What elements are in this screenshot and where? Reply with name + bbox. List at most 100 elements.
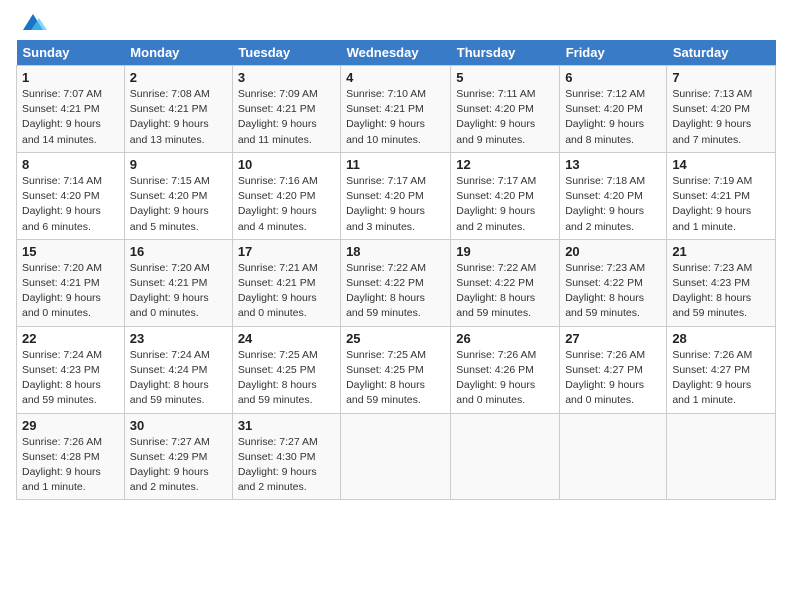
week-row-2: 8 Sunrise: 7:14 AM Sunset: 4:20 PM Dayli… (17, 152, 776, 239)
day-number: 18 (346, 244, 445, 259)
logo-line1 (16, 10, 47, 38)
calendar-cell: 4 Sunrise: 7:10 AM Sunset: 4:21 PM Dayli… (341, 66, 451, 153)
day-info: Sunrise: 7:10 AM Sunset: 4:21 PM Dayligh… (346, 87, 445, 148)
calendar-cell: 6 Sunrise: 7:12 AM Sunset: 4:20 PM Dayli… (560, 66, 667, 153)
day-info: Sunrise: 7:17 AM Sunset: 4:20 PM Dayligh… (456, 174, 554, 235)
day-number: 13 (565, 157, 661, 172)
day-info: Sunrise: 7:26 AM Sunset: 4:27 PM Dayligh… (672, 348, 770, 409)
calendar-cell: 28 Sunrise: 7:26 AM Sunset: 4:27 PM Dayl… (667, 326, 776, 413)
calendar-header-row: SundayMondayTuesdayWednesdayThursdayFrid… (17, 40, 776, 66)
day-number: 9 (130, 157, 227, 172)
day-number: 15 (22, 244, 119, 259)
day-number: 5 (456, 70, 554, 85)
calendar-cell: 12 Sunrise: 7:17 AM Sunset: 4:20 PM Dayl… (451, 152, 560, 239)
calendar-cell (667, 413, 776, 500)
day-info: Sunrise: 7:25 AM Sunset: 4:25 PM Dayligh… (238, 348, 335, 409)
calendar-cell (341, 413, 451, 500)
day-info: Sunrise: 7:25 AM Sunset: 4:25 PM Dayligh… (346, 348, 445, 409)
calendar-cell: 21 Sunrise: 7:23 AM Sunset: 4:23 PM Dayl… (667, 239, 776, 326)
day-number: 10 (238, 157, 335, 172)
page-container: SundayMondayTuesdayWednesdayThursdayFrid… (0, 0, 792, 510)
calendar-cell: 18 Sunrise: 7:22 AM Sunset: 4:22 PM Dayl… (341, 239, 451, 326)
day-info: Sunrise: 7:09 AM Sunset: 4:21 PM Dayligh… (238, 87, 335, 148)
header-thursday: Thursday (451, 40, 560, 66)
calendar-cell: 14 Sunrise: 7:19 AM Sunset: 4:21 PM Dayl… (667, 152, 776, 239)
week-row-3: 15 Sunrise: 7:20 AM Sunset: 4:21 PM Dayl… (17, 239, 776, 326)
day-number: 20 (565, 244, 661, 259)
logo-icon (19, 10, 47, 38)
day-info: Sunrise: 7:18 AM Sunset: 4:20 PM Dayligh… (565, 174, 661, 235)
day-number: 30 (130, 418, 227, 433)
day-number: 19 (456, 244, 554, 259)
week-row-5: 29 Sunrise: 7:26 AM Sunset: 4:28 PM Dayl… (17, 413, 776, 500)
calendar-cell: 10 Sunrise: 7:16 AM Sunset: 4:20 PM Dayl… (232, 152, 340, 239)
day-number: 28 (672, 331, 770, 346)
calendar-cell: 29 Sunrise: 7:26 AM Sunset: 4:28 PM Dayl… (17, 413, 125, 500)
day-number: 1 (22, 70, 119, 85)
day-info: Sunrise: 7:15 AM Sunset: 4:20 PM Dayligh… (130, 174, 227, 235)
day-info: Sunrise: 7:19 AM Sunset: 4:21 PM Dayligh… (672, 174, 770, 235)
day-info: Sunrise: 7:14 AM Sunset: 4:20 PM Dayligh… (22, 174, 119, 235)
day-info: Sunrise: 7:07 AM Sunset: 4:21 PM Dayligh… (22, 87, 119, 148)
calendar-cell: 3 Sunrise: 7:09 AM Sunset: 4:21 PM Dayli… (232, 66, 340, 153)
day-number: 6 (565, 70, 661, 85)
day-info: Sunrise: 7:27 AM Sunset: 4:30 PM Dayligh… (238, 435, 335, 496)
day-info: Sunrise: 7:24 AM Sunset: 4:24 PM Dayligh… (130, 348, 227, 409)
week-row-1: 1 Sunrise: 7:07 AM Sunset: 4:21 PM Dayli… (17, 66, 776, 153)
day-number: 7 (672, 70, 770, 85)
day-number: 25 (346, 331, 445, 346)
day-info: Sunrise: 7:22 AM Sunset: 4:22 PM Dayligh… (456, 261, 554, 322)
day-number: 12 (456, 157, 554, 172)
header (16, 10, 776, 34)
calendar-cell: 9 Sunrise: 7:15 AM Sunset: 4:20 PM Dayli… (124, 152, 232, 239)
calendar-cell: 31 Sunrise: 7:27 AM Sunset: 4:30 PM Dayl… (232, 413, 340, 500)
day-number: 27 (565, 331, 661, 346)
calendar-cell: 20 Sunrise: 7:23 AM Sunset: 4:22 PM Dayl… (560, 239, 667, 326)
calendar-cell: 23 Sunrise: 7:24 AM Sunset: 4:24 PM Dayl… (124, 326, 232, 413)
day-number: 4 (346, 70, 445, 85)
day-info: Sunrise: 7:26 AM Sunset: 4:28 PM Dayligh… (22, 435, 119, 496)
day-info: Sunrise: 7:26 AM Sunset: 4:27 PM Dayligh… (565, 348, 661, 409)
day-info: Sunrise: 7:20 AM Sunset: 4:21 PM Dayligh… (22, 261, 119, 322)
header-tuesday: Tuesday (232, 40, 340, 66)
day-number: 24 (238, 331, 335, 346)
week-row-4: 22 Sunrise: 7:24 AM Sunset: 4:23 PM Dayl… (17, 326, 776, 413)
calendar-cell: 2 Sunrise: 7:08 AM Sunset: 4:21 PM Dayli… (124, 66, 232, 153)
calendar-cell: 24 Sunrise: 7:25 AM Sunset: 4:25 PM Dayl… (232, 326, 340, 413)
day-number: 22 (22, 331, 119, 346)
day-number: 21 (672, 244, 770, 259)
day-info: Sunrise: 7:12 AM Sunset: 4:20 PM Dayligh… (565, 87, 661, 148)
day-info: Sunrise: 7:20 AM Sunset: 4:21 PM Dayligh… (130, 261, 227, 322)
calendar-cell: 30 Sunrise: 7:27 AM Sunset: 4:29 PM Dayl… (124, 413, 232, 500)
calendar-cell: 13 Sunrise: 7:18 AM Sunset: 4:20 PM Dayl… (560, 152, 667, 239)
day-number: 3 (238, 70, 335, 85)
header-friday: Friday (560, 40, 667, 66)
calendar-table: SundayMondayTuesdayWednesdayThursdayFrid… (16, 40, 776, 500)
day-number: 2 (130, 70, 227, 85)
day-number: 11 (346, 157, 445, 172)
day-info: Sunrise: 7:11 AM Sunset: 4:20 PM Dayligh… (456, 87, 554, 148)
calendar-cell: 8 Sunrise: 7:14 AM Sunset: 4:20 PM Dayli… (17, 152, 125, 239)
calendar-cell: 25 Sunrise: 7:25 AM Sunset: 4:25 PM Dayl… (341, 326, 451, 413)
day-info: Sunrise: 7:22 AM Sunset: 4:22 PM Dayligh… (346, 261, 445, 322)
day-number: 29 (22, 418, 119, 433)
calendar-cell: 5 Sunrise: 7:11 AM Sunset: 4:20 PM Dayli… (451, 66, 560, 153)
day-info: Sunrise: 7:24 AM Sunset: 4:23 PM Dayligh… (22, 348, 119, 409)
day-info: Sunrise: 7:16 AM Sunset: 4:20 PM Dayligh… (238, 174, 335, 235)
day-number: 26 (456, 331, 554, 346)
calendar-cell: 17 Sunrise: 7:21 AM Sunset: 4:21 PM Dayl… (232, 239, 340, 326)
day-info: Sunrise: 7:21 AM Sunset: 4:21 PM Dayligh… (238, 261, 335, 322)
day-number: 31 (238, 418, 335, 433)
calendar-cell: 1 Sunrise: 7:07 AM Sunset: 4:21 PM Dayli… (17, 66, 125, 153)
day-number: 8 (22, 157, 119, 172)
day-info: Sunrise: 7:26 AM Sunset: 4:26 PM Dayligh… (456, 348, 554, 409)
day-number: 14 (672, 157, 770, 172)
day-info: Sunrise: 7:23 AM Sunset: 4:23 PM Dayligh… (672, 261, 770, 322)
day-info: Sunrise: 7:23 AM Sunset: 4:22 PM Dayligh… (565, 261, 661, 322)
calendar-cell (451, 413, 560, 500)
calendar-cell (560, 413, 667, 500)
day-number: 17 (238, 244, 335, 259)
calendar-cell: 7 Sunrise: 7:13 AM Sunset: 4:20 PM Dayli… (667, 66, 776, 153)
day-number: 23 (130, 331, 227, 346)
calendar-cell: 19 Sunrise: 7:22 AM Sunset: 4:22 PM Dayl… (451, 239, 560, 326)
